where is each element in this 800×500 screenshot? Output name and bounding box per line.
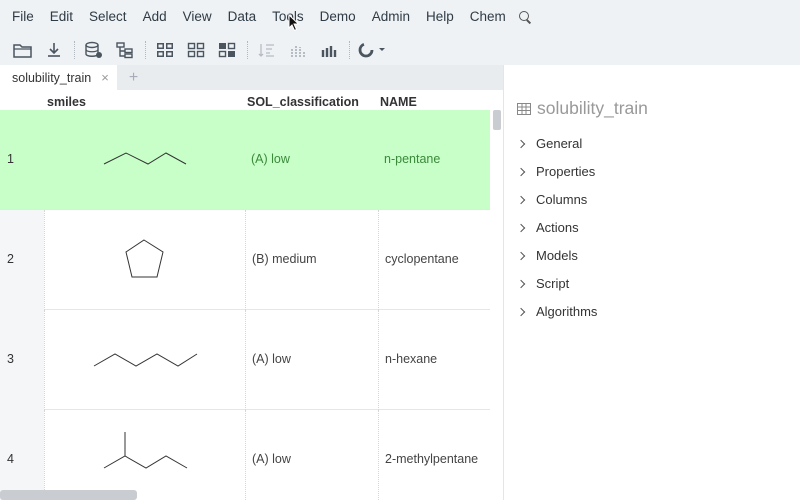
menu-chem[interactable]: Chem [462,0,514,34]
sort-disabled-icon [254,38,280,62]
close-icon[interactable]: × [101,70,109,85]
chevron-right-icon [516,223,526,232]
chevron-right-icon [516,139,526,148]
section-general[interactable]: General [516,136,582,151]
sol-cell[interactable]: (A) low [245,310,378,410]
toolbar-separator [74,40,75,59]
data-grid[interactable]: smiles SOL_classification NAME 1 (A) low… [0,90,503,500]
table-row[interactable]: 3 (A) low n-hexane [0,310,490,410]
menu-select[interactable]: Select [81,0,135,34]
name-cell[interactable]: n-pentane [378,110,490,210]
menu-edit[interactable]: Edit [42,0,81,34]
molecule-cell[interactable] [44,310,245,410]
open-folder-icon[interactable] [10,38,36,62]
menu-view[interactable]: View [175,0,220,34]
search-icon[interactable] [518,10,532,24]
pentane-structure [103,152,187,165]
chevron-right-icon [516,279,526,288]
hexane-structure [93,353,198,367]
table-row[interactable]: 2 (B) medium cyclopentane [0,210,490,310]
panel-title-text: solubility_train [537,98,648,118]
methylpentane-structure [103,432,188,469]
section-actions[interactable]: Actions [516,220,579,235]
horizontal-scroll-thumb[interactable] [0,490,137,500]
property-panel: solubility_train General Properties Colu… [503,65,800,500]
menu-admin[interactable]: Admin [364,0,418,34]
column-header-name[interactable]: NAME [380,95,417,109]
row-number[interactable]: 2 [0,210,44,310]
column-header-sol-classification[interactable]: SOL_classification [247,95,359,109]
sol-cell[interactable]: (B) medium [245,210,378,310]
section-models[interactable]: Models [516,248,578,263]
row-number[interactable]: 1 [0,110,44,210]
grid-small-icon[interactable] [183,38,209,62]
tab-solubility-train[interactable]: solubility_train × [0,65,117,90]
vertical-scrollbar[interactable] [491,108,503,500]
name-cell[interactable]: n-hexane [378,310,490,410]
tree-icon[interactable] [112,38,138,62]
menu-demo[interactable]: Demo [312,0,364,34]
cyclopentane-structure [125,239,164,278]
grid-detail-icon[interactable] [214,38,240,62]
toolbar-separator [349,40,350,59]
table-row[interactable]: 1 (A) low n-pentane [0,110,490,210]
molecule-cell[interactable] [44,110,245,210]
chevron-right-icon [516,307,526,316]
toolbar-separator [247,40,248,59]
chevron-right-icon [516,195,526,204]
mouse-cursor-icon [288,14,300,32]
chevron-right-icon [516,251,526,260]
tab-strip: solubility_train × + [0,65,503,90]
table-icon [517,102,531,115]
sol-cell[interactable]: (A) low [245,410,378,500]
grid-header: smiles SOL_classification NAME [0,90,503,112]
menu-bar: File Edit Select Add View Data Tools Dem… [0,0,800,34]
section-properties[interactable]: Properties [516,164,595,179]
row-number[interactable]: 4 [0,410,44,500]
section-columns[interactable]: Columns [516,192,587,207]
name-cell[interactable]: cyclopentane [378,210,490,310]
menu-add[interactable]: Add [135,0,175,34]
toolbar [0,34,800,65]
sol-cell[interactable]: (A) low [245,110,378,210]
name-cell[interactable]: 2-methylpentane [378,410,490,500]
vertical-scroll-thumb[interactable] [493,110,501,130]
molecule-cell[interactable] [44,410,245,500]
bar-chart-icon[interactable] [316,38,342,62]
row-number[interactable]: 3 [0,310,44,410]
tab-label: solubility_train [12,70,92,85]
panel-title: solubility_train [517,98,648,119]
toolbar-separator [145,40,146,59]
database-add-icon[interactable] [81,38,107,62]
chevron-right-icon [516,167,526,176]
molecule-cell[interactable] [44,210,245,310]
download-icon[interactable] [41,38,67,62]
column-header-smiles[interactable]: smiles [47,95,86,109]
menu-file[interactable]: File [4,0,42,34]
spinner-dropdown-icon[interactable] [356,38,390,62]
menu-data[interactable]: Data [220,0,265,34]
grid-view-icon[interactable] [152,38,178,62]
section-algorithms[interactable]: Algorithms [516,304,597,319]
menu-help[interactable]: Help [418,0,462,34]
section-script[interactable]: Script [516,276,569,291]
bar-chart-disabled-icon [285,38,311,62]
add-tab-icon[interactable]: + [129,65,138,90]
table-row[interactable]: 4 (A) low 2-methylpentane [0,410,490,500]
